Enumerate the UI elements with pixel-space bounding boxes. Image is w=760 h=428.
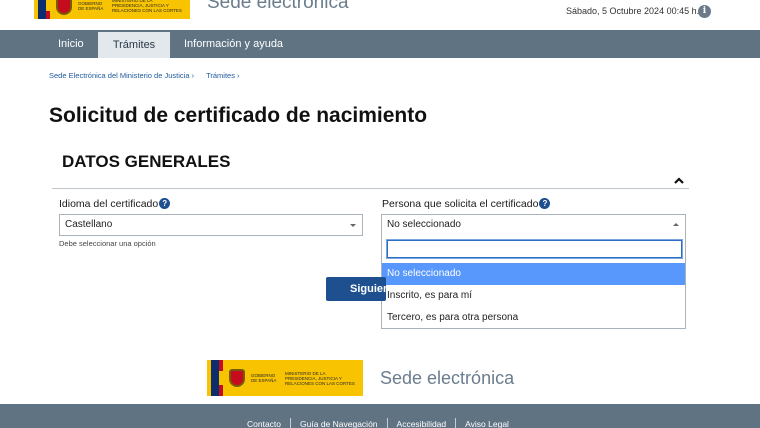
caret-up-icon — [673, 223, 679, 226]
site-title: Sede electrónica — [207, 0, 349, 13]
flag-icon — [38, 0, 50, 19]
dropdown-option-no-seleccionado[interactable]: No seleccionado — [382, 263, 685, 285]
footer-link-accesibilidad[interactable]: Accesibilidad — [388, 418, 457, 428]
datetime: Sábado, 5 Octubre 2024 00:45 h. — [566, 6, 700, 16]
page-title: Solicitud de certificado de nacimiento — [49, 104, 428, 127]
footer-link-guia[interactable]: Guía de Navegación — [291, 418, 388, 428]
footer-links: Contacto Guía de Navegación Accesibilida… — [238, 418, 518, 428]
site-title-footer: Sede electrónica — [380, 368, 515, 388]
gobierno-logo[interactable]: GOBIERNO DE ESPAÑA MINISTERIO DE LA PRES… — [34, 0, 190, 19]
footer-link-aviso-legal[interactable]: Aviso Legal — [456, 418, 518, 428]
help-icon[interactable]: ? — [539, 198, 551, 209]
header: GOBIERNO DE ESPAÑA MINISTERIO DE LA PRES… — [0, 0, 760, 30]
nav-item-inicio[interactable]: Inicio — [46, 30, 96, 58]
idioma-hint: Debe seleccionar una opción — [59, 239, 156, 248]
page: GOBIERNO DE ESPAÑA MINISTERIO DE LA PRES… — [0, 0, 760, 428]
logo-ministerio-text: MINISTERIO DE LA PRESIDENCIA, JUSTICIA Y… — [112, 0, 182, 13]
idioma-label: Idioma del certificado? — [59, 198, 171, 210]
caret-down-icon — [350, 224, 356, 227]
coat-of-arms-icon — [56, 0, 72, 15]
next-button[interactable]: Siguiente — [326, 277, 386, 301]
logo-ministerio-text: MINISTERIO DE LA PRESIDENCIA, JUSTICIA Y… — [285, 370, 355, 386]
help-icon[interactable]: ? — [159, 198, 171, 209]
persona-select[interactable]: No seleccionado — [381, 214, 686, 236]
dropdown-option-inscrito[interactable]: Inscrito, es para mí — [382, 285, 685, 307]
gobierno-logo-footer[interactable]: GOBIERNO DE ESPAÑA MINISTERIO DE LA PRES… — [207, 360, 363, 396]
nav-item-tramites[interactable]: Trámites — [98, 32, 170, 58]
breadcrumb-link-tramites[interactable]: Trámites › — [206, 71, 239, 80]
section-divider — [52, 188, 689, 189]
idioma-select[interactable]: Castellano — [59, 214, 363, 236]
persona-select-value: No seleccionado — [387, 219, 461, 230]
persona-dropdown: No seleccionado Inscrito, es para mí Ter… — [381, 235, 686, 329]
info-icon[interactable]: i — [698, 5, 711, 18]
dropdown-search-input[interactable] — [387, 240, 682, 258]
section-title: DATOS GENERALES — [62, 152, 231, 171]
main-nav: Inicio Trámites Información y ayuda — [0, 30, 760, 58]
idioma-label-text: Idioma del certificado — [59, 198, 159, 210]
dropdown-option-tercero[interactable]: Tercero, es para otra persona — [382, 307, 685, 329]
nav-item-informacion-ayuda[interactable]: Información y ayuda — [172, 30, 295, 58]
idioma-select-value: Castellano — [65, 219, 113, 230]
footer-link-contacto[interactable]: Contacto — [238, 418, 292, 428]
footer: Contacto Guía de Navegación Accesibilida… — [0, 404, 760, 428]
coat-of-arms-icon — [229, 369, 245, 387]
persona-label-text: Persona que solicita el certificado — [382, 198, 539, 210]
logo-gobierno-text: GOBIERNO DE ESPAÑA — [251, 373, 277, 383]
breadcrumb: Sede Electrónica del Ministerio de Justi… — [49, 71, 240, 80]
flag-icon — [211, 360, 223, 396]
chevron-up-icon[interactable] — [673, 176, 685, 186]
breadcrumb-link-sede[interactable]: Sede Electrónica del Ministerio de Justi… — [49, 71, 194, 80]
logo-gobierno-text: GOBIERNO DE ESPAÑA — [78, 0, 104, 11]
persona-label: Persona que solicita el certificado? — [382, 198, 551, 210]
